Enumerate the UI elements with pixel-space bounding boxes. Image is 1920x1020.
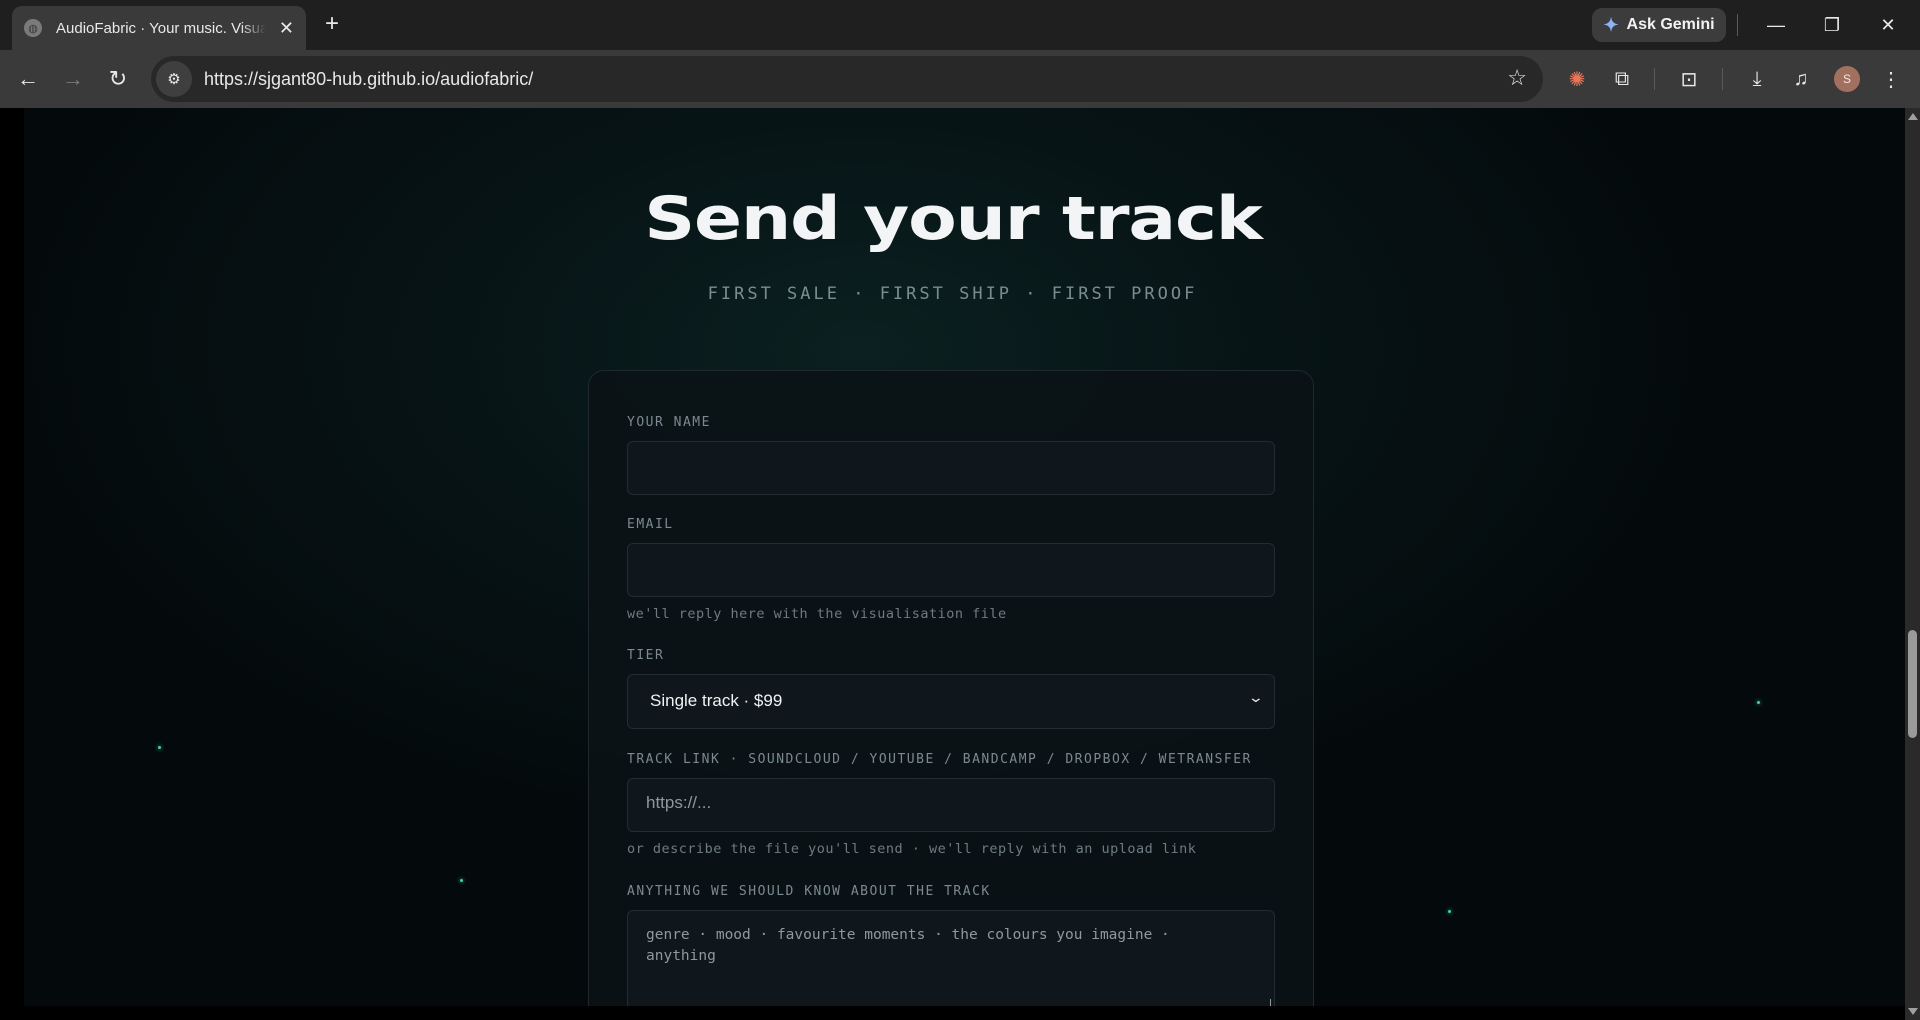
site-info-icon[interactable]: ⚙ [156, 61, 192, 97]
close-window-button[interactable]: ✕ [1868, 8, 1908, 42]
minimize-button[interactable]: — [1756, 8, 1796, 42]
address-bar[interactable]: ⚙ https://sjgant80-hub.github.io/audiofa… [151, 56, 1543, 102]
email-field[interactable] [627, 543, 1275, 597]
browser-toolbar: ← → ↻ ⚙ https://sjgant80-hub.github.io/a… [0, 50, 1920, 108]
download-icon[interactable]: ⤓ [1742, 64, 1772, 94]
page-title: Send your track [644, 184, 1263, 254]
reload-button[interactable]: ↻ [102, 63, 134, 95]
close-icon[interactable]: ✕ [279, 19, 294, 37]
name-label: YOUR NAME [627, 415, 711, 430]
browser-tab-bar: ◍ AudioFabric · Your music. Visualised ✕… [0, 0, 1920, 50]
track-link-placeholder: https://... [646, 793, 712, 812]
forward-button[interactable]: → [57, 63, 89, 95]
scroll-up-icon[interactable] [1908, 113, 1918, 120]
minimize-icon: — [1767, 14, 1785, 35]
divider [1737, 14, 1738, 36]
tier-selected-value: Single track · $99 [650, 691, 783, 710]
page-scrollbar[interactable] [1905, 108, 1920, 1020]
star-particle [460, 879, 463, 882]
ask-gemini-label: Ask Gemini [1626, 16, 1715, 33]
tab-title: AudioFabric · Your music. Visualised [56, 19, 266, 37]
bookmark-star-icon[interactable]: ☆ [1507, 65, 1527, 91]
tier-label: TIER [627, 648, 665, 663]
browser-tab[interactable]: ◍ AudioFabric · Your music. Visualised ✕ [12, 6, 306, 50]
reload-icon: ↻ [108, 66, 128, 91]
resize-handle-icon[interactable] [1263, 999, 1271, 1007]
divider [1722, 68, 1723, 90]
new-tab-button[interactable]: + [318, 10, 346, 38]
restore-button[interactable]: ❐ [1812, 8, 1852, 42]
media-control-icon[interactable]: ♫ [1786, 64, 1816, 94]
page-viewport: Send your track FIRST SALE · FIRST SHIP … [0, 108, 1905, 1020]
tier-select[interactable]: Single track · $99 ⌄ [627, 674, 1275, 729]
scroll-down-icon[interactable] [1908, 1008, 1918, 1015]
gemini-sparkle-icon: ✦ [1603, 14, 1619, 35]
restore-icon: ❐ [1823, 14, 1841, 35]
ask-gemini-button[interactable]: ✦ Ask Gemini [1592, 8, 1726, 42]
divider [1654, 68, 1655, 90]
notes-placeholder: genre · mood · favourite moments · the c… [646, 927, 1170, 964]
star-particle [1448, 910, 1451, 913]
extensions-puzzle-icon[interactable]: ⧉ [1607, 64, 1637, 94]
email-label: EMAIL [627, 517, 674, 532]
back-button[interactable]: ← [12, 63, 44, 95]
notes-textarea[interactable]: genre · mood · favourite moments · the c… [627, 910, 1275, 1011]
page-subtitle: FIRST SALE · FIRST SHIP · FIRST PROOF [707, 284, 1198, 304]
star-particle [158, 746, 161, 749]
track-link-input[interactable]: https://... [627, 778, 1275, 832]
track-link-hint: or describe the file you'll send · we'll… [627, 841, 1197, 857]
close-icon: ✕ [1880, 14, 1896, 35]
globe-icon: ◍ [24, 19, 42, 37]
profile-avatar[interactable]: S [1834, 66, 1860, 92]
plus-icon: + [324, 10, 339, 37]
notes-label: ANYTHING WE SHOULD KNOW ABOUT THE TRACK [627, 884, 991, 899]
url-text[interactable]: https://sjgant80-hub.github.io/audiofabr… [204, 69, 533, 90]
track-submission-form: YOUR NAME EMAIL we'll reply here with th… [588, 370, 1314, 1020]
claude-extension-icon[interactable]: ✺ [1562, 64, 1592, 94]
email-hint: we'll reply here with the visualisation … [627, 606, 1007, 622]
menu-kebab-icon[interactable]: ⋮ [1876, 64, 1906, 94]
chevron-down-icon: ⌄ [1247, 689, 1265, 705]
screen-search-icon[interactable]: ⊡ [1674, 64, 1704, 94]
arrow-right-icon: → [62, 66, 84, 91]
track-link-label: TRACK LINK · SOUNDCLOUD / YOUTUBE / BAND… [627, 752, 1252, 767]
name-field[interactable] [627, 441, 1275, 495]
arrow-left-icon: ← [17, 66, 39, 91]
star-particle [1757, 701, 1760, 704]
scroll-thumb[interactable] [1908, 630, 1917, 738]
